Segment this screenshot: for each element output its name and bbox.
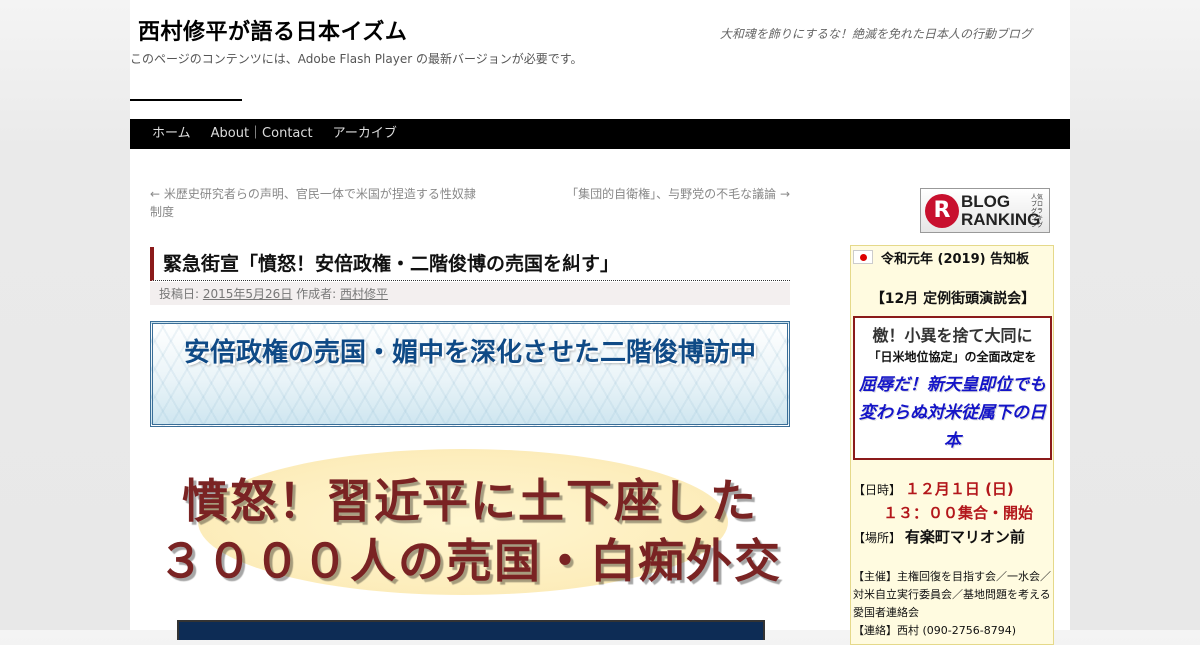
next-post-link[interactable]: 「集団的自衛権」、与野党の不毛な議論 → <box>566 185 790 221</box>
slogan-line-1: 檄！小異を捨て大同に <box>872 326 1033 345</box>
place-value: 有楽町マリオン前 <box>904 528 1025 546</box>
posted-label: 投稿日: <box>159 287 200 301</box>
flash-player-message: このページのコンテンツには、Adobe Flash Player の最新バージョ… <box>130 52 583 66</box>
site-title[interactable]: 西村修平が語る日本イズム <box>138 14 407 46</box>
author-link[interactable]: 西村修平 <box>340 287 388 301</box>
previous-post-link[interactable]: ← 米歴史研究者らの声明、官民一体で米国が捏造する性奴隷制度 <box>150 185 480 221</box>
date-value: １２月１日 (日) <box>904 480 1014 498</box>
headline-image: 憤怒！習近平に土下座した ３０００人の売国・白痴外交 <box>150 447 790 607</box>
banner-text: 安倍政権の売国・媚中を深化させた二階俊博訪中 <box>183 338 756 368</box>
site-description: 大和魂を飾りにするな！絶滅を免れた日本人の行動ブログ <box>719 27 1032 41</box>
event-time: １３：００集合・開始 <box>883 504 1034 522</box>
ranking-small-label: 人気ブログランキング <box>1031 194 1044 229</box>
notice-event: 【12月 定例街頭演説会】 <box>870 291 1036 307</box>
event-date: 【日時】 １２月１日 (日) <box>853 478 1014 499</box>
notice-title: 令和元年 (2019) 告知板 <box>881 252 1030 267</box>
place-label: 【場所】 <box>853 531 902 545</box>
entry-title[interactable]: 緊急街宣「憤怒！安倍政権・二階俊博の売国を糾す」 <box>150 247 790 281</box>
post-date-link[interactable]: 2015年5月26日 <box>203 287 292 301</box>
headline-line-2: ３０００人の売国・白痴外交 <box>158 534 782 588</box>
ranking-logo-icon: R <box>925 194 959 228</box>
nav-item-archive[interactable]: アーカイブ <box>323 119 407 149</box>
notice-board: 令和元年 (2019) 告知板 【12月 定例街頭演説会】 檄！小異を捨て大同に… <box>850 245 1054 645</box>
slogan-box: 檄！小異を捨て大同に 「日米地位協定」の全面改定を 屈辱だ！新天皇即位でも変わら… <box>853 316 1052 460</box>
main-content: ← 米歴史研究者らの声明、官民一体で米国が捏造する性奴隷制度 「集団的自衛権」、… <box>150 185 790 607</box>
nav-item-home[interactable]: ホーム <box>142 119 201 149</box>
entry-meta: 投稿日: 2015年5月26日 作成者: 西村修平 <box>150 282 790 305</box>
main-navigation: ホーム About｜Contact アーカイブ <box>130 119 1070 149</box>
event-place: 【場所】 有楽町マリオン前 <box>853 526 1025 547</box>
header-divider <box>130 99 242 101</box>
nav-item-about-contact[interactable]: About｜Contact <box>201 119 323 149</box>
sidebar: R BLOG RANKING 人気ブログランキング 令和元年 (2019) 告知… <box>850 188 1054 645</box>
slogan-line-3: 屈辱だ！新天皇即位でも変わらぬ対米従属下の日本 <box>859 375 1046 451</box>
page-wrapper: 西村修平が語る日本イズム 大和魂を飾りにするな！絶滅を免れた日本人の行動ブログ … <box>130 0 1070 645</box>
next-image-frame <box>177 620 765 640</box>
entry-banner: 安倍政権の売国・媚中を深化させた二階俊博訪中 <box>150 321 790 427</box>
headline-line-1: 憤怒！習近平に土下座した <box>182 474 758 528</box>
event-organizer: 【主催】主権回復を目指す会／一水会／対米自立実行委員会／基地問題を考える愛国者連… <box>853 570 1051 619</box>
event-contact: 【連絡】西村 (090-2756-8794) <box>853 624 1017 637</box>
author-label: 作成者: <box>296 287 337 301</box>
slogan-line-2: 「日米地位協定」の全面改定を <box>868 350 1037 364</box>
date-label: 【日時】 <box>853 483 902 497</box>
post-navigation: ← 米歴史研究者らの声明、官民一体で米国が捏造する性奴隷制度 「集団的自衛権」、… <box>150 185 790 221</box>
blog-ranking-banner[interactable]: R BLOG RANKING 人気ブログランキング <box>920 188 1050 233</box>
japan-flag-icon <box>853 250 873 264</box>
